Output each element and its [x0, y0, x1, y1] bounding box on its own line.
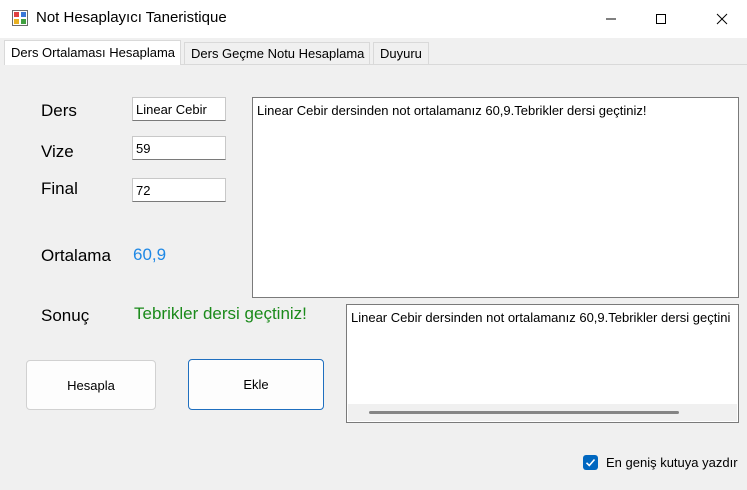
- ders-label: Ders: [41, 101, 77, 120]
- hesapla-button[interactable]: Hesapla: [26, 360, 156, 410]
- ortalama-label: Ortalama: [41, 246, 111, 265]
- result-textbox[interactable]: Linear Cebir dersinden not ortalamanız 6…: [252, 97, 739, 298]
- maximize-icon: [656, 14, 666, 24]
- horizontal-scrollbar[interactable]: [348, 404, 737, 421]
- result-listbox[interactable]: Linear Cebir dersinden not ortalamanız 6…: [346, 304, 739, 423]
- final-label: Final: [41, 179, 78, 198]
- close-button[interactable]: [697, 0, 747, 38]
- sonuc-value: Tebrikler dersi geçtiniz!: [134, 304, 307, 323]
- maximize-button[interactable]: [636, 0, 686, 38]
- ders-input[interactable]: Linear Cebir: [132, 97, 226, 121]
- tab-ders-gecme-notu-hesaplama[interactable]: Ders Geçme Notu Hesaplama: [184, 42, 370, 64]
- tab-page-ders-ortalamasi: Ders Vize Final Ortalama Sonuç Linear Ce…: [4, 64, 747, 490]
- final-input[interactable]: 72: [132, 178, 226, 202]
- en-genis-kutuya-yazdir-label[interactable]: En geniş kutuya yazdır: [606, 455, 738, 470]
- minimize-icon: [606, 18, 616, 20]
- ekle-button[interactable]: Ekle: [188, 359, 324, 410]
- title-bar: Not Hesaplayıcı Taneristique: [0, 0, 747, 38]
- vize-label: Vize: [41, 142, 74, 161]
- ortalama-value: 60,9: [133, 245, 167, 264]
- close-icon: [716, 13, 728, 25]
- scrollbar-thumb[interactable]: [369, 411, 679, 414]
- sonuc-label: Sonuç: [41, 306, 90, 325]
- vize-input[interactable]: 59: [132, 136, 226, 160]
- checkmark-icon: [585, 458, 596, 467]
- app-icon: [12, 10, 28, 26]
- en-genis-kutuya-yazdir-checkbox[interactable]: [583, 455, 598, 470]
- client-area: Ders Ortalaması Hesaplama Ders Geçme Not…: [0, 38, 747, 490]
- minimize-button[interactable]: [586, 0, 636, 38]
- tab-duyuru[interactable]: Duyuru: [373, 42, 429, 64]
- window-title: Not Hesaplayıcı Taneristique: [36, 9, 227, 26]
- tab-ders-ortalamasi-hesaplama[interactable]: Ders Ortalaması Hesaplama: [4, 40, 181, 65]
- list-item[interactable]: Linear Cebir dersinden not ortalamanız 6…: [351, 310, 730, 325]
